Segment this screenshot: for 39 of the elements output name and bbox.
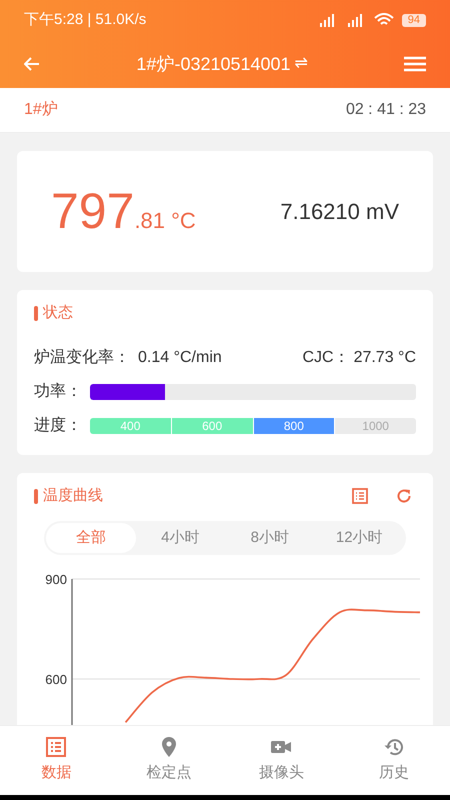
swap-icon[interactable]: ⇌: [294, 52, 308, 76]
progress-segment: 1000: [335, 418, 416, 434]
furnace-name: 1#炉: [24, 100, 58, 120]
temperature-value: 797: [51, 186, 134, 236]
cjc-value: 27.73 °C: [354, 348, 416, 368]
wifi-icon: [374, 13, 394, 27]
range-tab[interactable]: 4小时: [136, 523, 225, 553]
battery-icon: 94: [402, 14, 426, 26]
range-tab[interactable]: 8小时: [225, 523, 314, 553]
menu-icon[interactable]: [404, 56, 426, 72]
nav-tab[interactable]: 数据: [21, 736, 92, 785]
list-icon: [45, 736, 68, 758]
progress-segment: 600: [172, 418, 252, 434]
table-icon[interactable]: [352, 488, 368, 504]
voltage-value: 7.16210 mV: [280, 198, 399, 226]
status-time: 下午5:28 | 51.0K/s: [24, 10, 146, 30]
rate-value: 0.14 °C/min: [138, 348, 222, 368]
section-title: 温度曲线: [43, 486, 103, 506]
refresh-icon[interactable]: [396, 488, 412, 504]
title-marker: [34, 306, 38, 320]
rate-label: 炉温变化率：: [34, 348, 130, 368]
nav-tab[interactable]: 检定点: [134, 736, 204, 785]
page-title: 1#炉-03210514001: [136, 52, 291, 76]
title-marker: [34, 488, 38, 504]
power-label: 功率：: [34, 382, 82, 402]
nav-tab[interactable]: 历史: [358, 736, 429, 785]
range-tab[interactable]: 12小时: [314, 523, 404, 553]
y-tick-label: 900: [45, 572, 67, 587]
progress-label: 进度：: [34, 416, 82, 436]
nav-tab[interactable]: 摄像头: [246, 736, 316, 785]
range-tab[interactable]: 全部: [46, 523, 136, 553]
temperature-decimal: .81 °C: [134, 207, 196, 235]
back-icon[interactable]: [24, 57, 40, 71]
section-title: 状态: [43, 302, 73, 323]
progress-segment: 800: [254, 418, 334, 434]
y-tick-label: 600: [45, 672, 67, 687]
cjc-label: CJC：: [302, 348, 350, 368]
elapsed-time: 02 : 41 : 23: [346, 100, 426, 120]
progress-segment: 400: [90, 418, 171, 434]
